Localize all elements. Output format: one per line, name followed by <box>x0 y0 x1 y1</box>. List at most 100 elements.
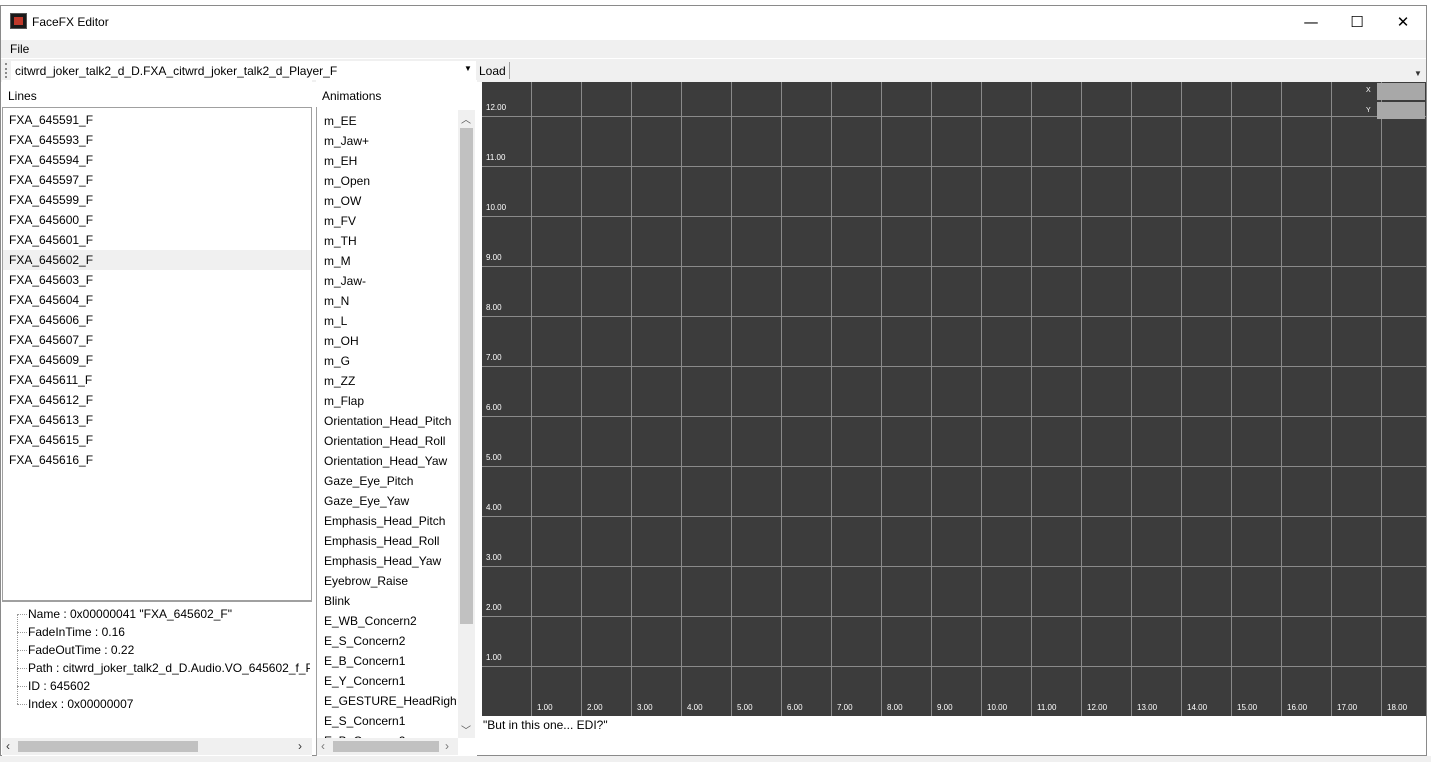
package-combobox-value: citwrd_joker_talk2_d_D.FXA_citwrd_joker_… <box>15 64 338 78</box>
prop-name[interactable]: Name : 0x00000041 "FXA_645602_F" <box>28 607 310 625</box>
list-item[interactable]: FXA_645603_F <box>3 270 311 290</box>
list-item[interactable]: Eyebrow_Raise <box>317 571 457 591</box>
grid-line <box>581 82 582 716</box>
animations-list[interactable]: m_EE m_Jaw+ m_EH m_Open m_OW m_FV m_TH m… <box>316 107 477 756</box>
list-item[interactable]: m_Flap <box>317 391 457 411</box>
list-item[interactable]: Emphasis_Head_Roll <box>317 531 457 551</box>
list-item[interactable]: E_WB_Concern2 <box>317 611 457 631</box>
list-item[interactable]: Emphasis_Head_Yaw <box>317 551 457 571</box>
y-tick-label: 7.00 <box>486 353 502 362</box>
grid-line <box>482 116 1426 117</box>
list-item[interactable]: m_EE <box>317 111 457 131</box>
background-strip <box>0 756 1431 762</box>
tree-connector <box>17 614 27 615</box>
list-item[interactable]: FXA_645599_F <box>3 190 311 210</box>
y-coordinate-field[interactable] <box>1377 102 1425 119</box>
grid-line <box>482 166 1426 167</box>
list-item[interactable]: FXA_645611_F <box>3 370 311 390</box>
list-item[interactable]: FXA_645600_F <box>3 210 311 230</box>
menu-file[interactable]: File <box>10 42 29 56</box>
x-coordinate-field[interactable] <box>1377 83 1425 100</box>
list-item[interactable]: m_M <box>317 251 457 271</box>
list-item[interactable]: FXA_645607_F <box>3 330 311 350</box>
lines-header-label: Lines <box>8 89 37 103</box>
x-tick-label: 8.00 <box>887 703 903 712</box>
scroll-right-icon[interactable]: › <box>298 739 302 753</box>
list-item[interactable]: Orientation_Head_Pitch <box>317 411 457 431</box>
list-item[interactable]: Gaze_Eye_Pitch <box>317 471 457 491</box>
list-item[interactable]: m_Jaw- <box>317 271 457 291</box>
y-tick-label: 1.00 <box>486 653 502 662</box>
list-item[interactable]: Blink <box>317 591 457 611</box>
prop-id[interactable]: ID : 645602 <box>28 679 310 697</box>
list-item[interactable]: m_OW <box>317 191 457 211</box>
list-item[interactable]: FXA_645591_F <box>3 110 311 130</box>
prop-fade-out[interactable]: FadeOutTime : 0.22 <box>28 643 310 661</box>
list-item[interactable]: FXA_645616_F <box>3 450 311 470</box>
list-item[interactable]: FXA_645597_F <box>3 170 311 190</box>
close-button[interactable]: ✕ <box>1380 6 1426 38</box>
grid-line <box>981 82 982 716</box>
list-item[interactable]: Emphasis_Head_Pitch <box>317 511 457 531</box>
load-button[interactable]: Load <box>479 64 506 78</box>
list-item[interactable]: m_OH <box>317 331 457 351</box>
package-combobox[interactable]: citwrd_joker_talk2_d_D.FXA_citwrd_joker_… <box>11 61 476 80</box>
lines-list[interactable]: FXA_645591_F FXA_645593_F FXA_645594_F F… <box>2 107 312 600</box>
toolbar-grip[interactable] <box>5 63 8 78</box>
prop-index[interactable]: Index : 0x00000007 <box>28 697 310 715</box>
scrollbar-thumb[interactable] <box>333 741 439 752</box>
grid-line <box>482 616 1426 617</box>
list-item[interactable]: E_S_Concern1 <box>317 711 457 731</box>
list-item[interactable]: FXA_645604_F <box>3 290 311 310</box>
animations-vertical-scrollbar[interactable]: ︿ ﹀ <box>458 110 475 738</box>
list-item[interactable]: m_FV <box>317 211 457 231</box>
list-item[interactable]: m_G <box>317 351 457 371</box>
dropdown-arrow-icon[interactable]: ▼ <box>464 64 472 73</box>
list-item[interactable]: FXA_645601_F <box>3 230 311 250</box>
prop-fade-in[interactable]: FadeInTime : 0.16 <box>28 625 310 643</box>
list-item[interactable]: Orientation_Head_Roll <box>317 431 457 451</box>
x-tick-label: 15.00 <box>1237 703 1258 712</box>
scroll-right-icon[interactable]: › <box>445 739 449 753</box>
animations-horizontal-scrollbar[interactable]: ‹ › <box>317 738 458 755</box>
minimize-button[interactable]: — <box>1288 6 1334 38</box>
list-item[interactable]: Orientation_Head_Yaw <box>317 451 457 471</box>
list-item[interactable]: FXA_645593_F <box>3 130 311 150</box>
list-item[interactable]: E_B_Concern1 <box>317 651 457 671</box>
list-item[interactable]: m_N <box>317 291 457 311</box>
properties-horizontal-scrollbar[interactable]: ‹ › <box>2 738 312 755</box>
toolbar-overflow-icon[interactable]: ▼ <box>1414 69 1422 78</box>
list-item[interactable]: FXA_645594_F <box>3 150 311 170</box>
animations-header: Animations <box>316 80 477 107</box>
scrollbar-thumb[interactable] <box>18 741 198 752</box>
list-item[interactable]: FXA_645613_F <box>3 410 311 430</box>
scroll-down-icon[interactable]: ﹀ <box>461 722 471 737</box>
scroll-left-icon[interactable]: ‹ <box>6 739 10 753</box>
x-tick-label: 6.00 <box>787 703 803 712</box>
list-item[interactable]: FXA_645609_F <box>3 350 311 370</box>
x-tick-label: 7.00 <box>837 703 853 712</box>
list-item[interactable]: m_EH <box>317 151 457 171</box>
y-tick-label: 10.00 <box>486 203 507 212</box>
list-item[interactable]: m_ZZ <box>317 371 457 391</box>
maximize-button[interactable]: ☐ <box>1334 6 1380 38</box>
x-tick-label: 17.00 <box>1337 703 1358 712</box>
curve-graph[interactable]: 12.00 11.00 10.00 9.00 8.00 7.00 6.00 5.… <box>482 82 1426 716</box>
list-item[interactable]: FXA_645606_F <box>3 310 311 330</box>
scroll-up-icon[interactable]: ︿ <box>461 111 471 126</box>
list-item[interactable]: Gaze_Eye_Yaw <box>317 491 457 511</box>
list-item[interactable]: m_Jaw+ <box>317 131 457 151</box>
y-tick-label: 5.00 <box>486 453 502 462</box>
scrollbar-thumb[interactable] <box>460 128 473 624</box>
list-item[interactable]: FXA_645615_F <box>3 430 311 450</box>
scroll-left-icon[interactable]: ‹ <box>321 739 325 753</box>
list-item[interactable]: m_TH <box>317 231 457 251</box>
list-item[interactable]: m_Open <box>317 171 457 191</box>
list-item-selected[interactable]: FXA_645602_F <box>3 250 311 270</box>
list-item[interactable]: m_L <box>317 311 457 331</box>
list-item[interactable]: E_Y_Concern1 <box>317 671 457 691</box>
prop-path[interactable]: Path : citwrd_joker_talk2_d_D.Audio.VO_6… <box>28 661 310 679</box>
list-item[interactable]: E_GESTURE_HeadRight <box>317 691 457 711</box>
list-item[interactable]: E_S_Concern2 <box>317 631 457 651</box>
list-item[interactable]: FXA_645612_F <box>3 390 311 410</box>
